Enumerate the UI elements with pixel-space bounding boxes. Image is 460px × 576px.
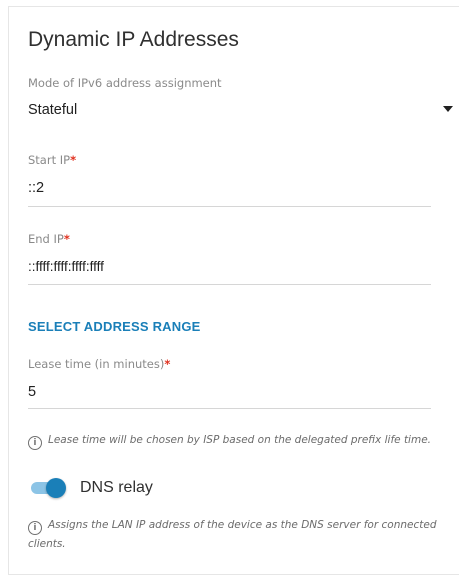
- section-title: Dynamic IP Addresses: [28, 28, 239, 51]
- chevron-down-icon[interactable]: [443, 106, 453, 112]
- lease-time-label-text: Lease time (in minutes): [28, 357, 165, 371]
- start-ip-input[interactable]: ::2: [28, 180, 44, 196]
- dns-relay-label: DNS relay: [80, 479, 153, 496]
- info-icon: i: [28, 521, 42, 535]
- required-mark: *: [164, 357, 171, 371]
- required-mark: *: [70, 153, 77, 167]
- mode-select[interactable]: Stateful: [28, 102, 77, 118]
- mode-label: Mode of IPv6 address assignment: [28, 76, 222, 90]
- end-ip-label-text: End IP: [28, 232, 64, 246]
- end-ip-input[interactable]: ::ffff:ffff:ffff:ffff: [28, 259, 104, 274]
- start-ip-label: Start IP*: [28, 153, 76, 167]
- dns-relay-note: i Assigns the LAN IP address of the devic…: [28, 516, 448, 554]
- start-ip-underline: [28, 206, 431, 207]
- required-mark: *: [63, 232, 70, 246]
- lease-time-label: Lease time (in minutes)*: [28, 357, 170, 371]
- toggle-knob: [46, 478, 66, 498]
- select-address-range-button[interactable]: SELECT ADDRESS RANGE: [28, 319, 201, 334]
- lease-time-underline: [28, 408, 431, 409]
- dns-relay-note-text: Assigns the LAN IP address of the device…: [28, 519, 437, 550]
- dns-relay-toggle[interactable]: [30, 478, 66, 498]
- end-ip-underline: [28, 284, 431, 285]
- info-icon: i: [28, 436, 42, 450]
- lease-time-note-text: Lease time will be chosen by ISP based o…: [48, 434, 431, 446]
- lease-time-note: i Lease time will be chosen by ISP based …: [28, 431, 448, 450]
- start-ip-label-text: Start IP: [28, 153, 71, 167]
- end-ip-label: End IP*: [28, 232, 70, 246]
- lease-time-input[interactable]: 5: [28, 384, 36, 400]
- dynamic-ip-card: [8, 6, 459, 575]
